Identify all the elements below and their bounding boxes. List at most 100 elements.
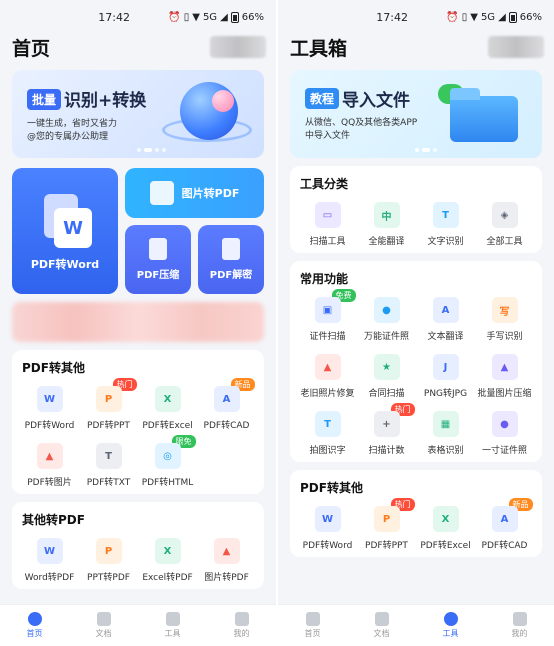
status-time: 17:42 (98, 10, 130, 24)
pdf-word-icon: W (314, 506, 341, 532)
banner-line1: 从微信、QQ及其他各类APP (305, 118, 418, 128)
tool-pdf-to-ppt[interactable]: 热门 P PDF转PPT (357, 498, 416, 551)
tool-pdf-to-word[interactable]: W PDF转Word (20, 386, 79, 431)
handwriting-icon: 写 (491, 297, 518, 323)
tool-photo-ocr[interactable]: T 拍图识字 (298, 411, 357, 456)
banner-headline: 识别+转换 (64, 91, 147, 111)
avatar[interactable] (488, 36, 544, 58)
tool-photo-restore[interactable]: ▲ 老旧照片修复 (298, 354, 357, 399)
tool-table-ocr[interactable]: ▦ 表格识别 (416, 411, 475, 456)
word-pdf-icon: W (36, 538, 63, 564)
status-time: 17:42 (376, 10, 408, 24)
tool-pdf-to-excel[interactable]: X PDF转Excel (138, 386, 197, 431)
image-pdf-icon: ▲ (213, 538, 240, 564)
tab-tools[interactable]: 工具 (416, 605, 485, 646)
tool-text-translate[interactable]: A 文本翻译 (416, 297, 475, 342)
pink-sphere-decoration (212, 90, 234, 112)
translate-icon: 中 (373, 202, 400, 228)
tool-one-inch-photo[interactable]: ● 一寸证件照 (475, 411, 534, 456)
pdf-decrypt-label: PDF解密 (209, 270, 253, 281)
folder-icon (374, 612, 389, 626)
section-title: 其他转PDF (22, 513, 85, 527)
tab-home[interactable]: 首页 (278, 605, 347, 646)
battery-icon (230, 11, 239, 23)
tool-pdf-to-ppt[interactable]: 热门 P PDF转PPT (79, 378, 138, 431)
tab-bar: 首页 文档 工具 我的 (278, 604, 554, 646)
toolbox-screen: 17:42 ⏰ ▯ ▼ 5G ◢ 66% 工具箱 教程 导入文件 从微信、QQ及… (278, 0, 554, 646)
tool-pdf-to-image[interactable]: ▲ PDF转图片 (20, 443, 79, 488)
word-doc-icon: W (54, 208, 92, 248)
tool-pdf-to-txt[interactable]: T PDF转TXT (79, 443, 138, 488)
battery-level: 66% (241, 11, 264, 23)
tool-contract-scan[interactable]: ★ 合同扫描 (357, 354, 416, 399)
battery-level: 66% (519, 11, 542, 23)
wifi-icon: ▼ (470, 11, 478, 23)
tool-pdf-to-excel[interactable]: X PDF转Excel (416, 506, 475, 551)
tab-bar: 首页 文档 工具 我的 (0, 604, 276, 646)
tab-home[interactable]: 首页 (0, 605, 69, 646)
vibrate-icon: ▯ (183, 11, 190, 23)
banner-line2: 中导入文件 (305, 131, 351, 141)
tool-scan-count[interactable]: 热门 + 扫描计数 (357, 403, 416, 456)
pdf-to-other-section: PDF转其他 W PDF转Word 热门 P PDF转PPT X PDF转Exc… (12, 350, 264, 494)
avatar[interactable] (210, 36, 266, 58)
folder-illustration (450, 88, 518, 142)
tool-png-to-jpg[interactable]: J PNG转JPG (416, 354, 475, 399)
pdf-compress-label: PDF压缩 (136, 270, 180, 281)
tool-pdf-to-word[interactable]: W PDF转Word (298, 506, 357, 551)
tool-pdf-to-cad[interactable]: 新品 A PDF转CAD (475, 498, 534, 551)
tab-mine[interactable]: 我的 (207, 605, 276, 646)
tool-excel-to-pdf[interactable]: X Excel转PDF (138, 538, 197, 583)
page-title: 工具箱 (290, 37, 348, 60)
tool-pdf-to-cad[interactable]: 新品 A PDF转CAD (197, 378, 256, 431)
promo-banner[interactable]: 批量 识别+转换 一键生成，省时又省力 @您的专属办公助理 (12, 70, 264, 158)
pdf-decrypt-card[interactable]: PDF解密 (198, 225, 264, 294)
person-photo-icon: ● (491, 411, 518, 437)
tab-mine[interactable]: 我的 (485, 605, 554, 646)
banner-line2: @您的专属办公助理 (27, 132, 109, 142)
tutorial-banner[interactable]: 教程 导入文件 从微信、QQ及其他各类APP 中导入文件 (290, 70, 542, 158)
contract-icon: ★ (373, 354, 400, 380)
tool-category-section: 工具分类 ▭ 扫描工具 中 全能翻译 T 文字识别 ◈ 全部工具 (290, 166, 542, 253)
table-icon: ▦ (432, 411, 459, 437)
zip-icon (149, 238, 167, 260)
image-to-pdf-card[interactable]: 图片转PDF (125, 168, 264, 218)
image-compress-icon: ▲ (491, 354, 518, 380)
tool-handwriting[interactable]: 写 手写识别 (475, 297, 534, 342)
ppt-pdf-icon: P (95, 538, 122, 564)
network-label: 5G (480, 11, 496, 23)
pdf-txt-icon: T (95, 443, 122, 469)
pdf-compress-card[interactable]: PDF压缩 (125, 225, 191, 294)
tool-image-to-pdf[interactable]: ▲ 图片转PDF (197, 538, 256, 583)
ad-banner[interactable] (12, 302, 264, 342)
tab-docs[interactable]: 文档 (347, 605, 416, 646)
png-jpg-icon: J (432, 354, 459, 380)
pdf-excel-icon: X (432, 506, 459, 532)
tool-word-to-pdf[interactable]: W Word转PDF (20, 538, 79, 583)
translate-text-icon: A (432, 297, 459, 323)
vibrate-icon: ▯ (461, 11, 468, 23)
tab-docs[interactable]: 文档 (69, 605, 138, 646)
pdf-ppt-icon: P (95, 386, 122, 412)
tool-id-photo[interactable]: ● 万能证件照 (357, 297, 416, 342)
home-icon (27, 612, 42, 626)
category-translate[interactable]: 中 全能翻译 (357, 202, 416, 247)
folder-icon (96, 612, 111, 626)
pdf-to-word-label: PDF转Word (30, 258, 100, 271)
tool-id-scan[interactable]: 免费 ▣ 证件扫描 (298, 289, 357, 342)
status-bar: 17:42 ⏰ ▯ ▼ 5G ◢ 66% (278, 0, 554, 34)
tool-ppt-to-pdf[interactable]: P PPT转PDF (79, 538, 138, 583)
tool-batch-compress[interactable]: ▲ 批量图片压缩 (475, 354, 534, 399)
signal-icon: ◢ (498, 11, 506, 23)
pdf-lock-icon (222, 238, 240, 260)
tool-pdf-to-html[interactable]: 限免 ◎ PDF转HTML (138, 435, 197, 488)
category-ocr[interactable]: T 文字识别 (416, 202, 475, 247)
pdf-word-icon: W (36, 386, 63, 412)
category-scan[interactable]: ▭ 扫描工具 (298, 202, 357, 247)
id-card-icon: ▣ (314, 297, 341, 323)
pdf-to-other-section: PDF转其他 W PDF转Word 热门 P PDF转PPT X PDF转Exc… (290, 470, 542, 557)
category-all[interactable]: ◈ 全部工具 (475, 202, 534, 247)
user-icon (234, 612, 249, 626)
tab-tools[interactable]: 工具 (138, 605, 207, 646)
pdf-to-word-card[interactable]: W PDF转Word (12, 168, 118, 294)
